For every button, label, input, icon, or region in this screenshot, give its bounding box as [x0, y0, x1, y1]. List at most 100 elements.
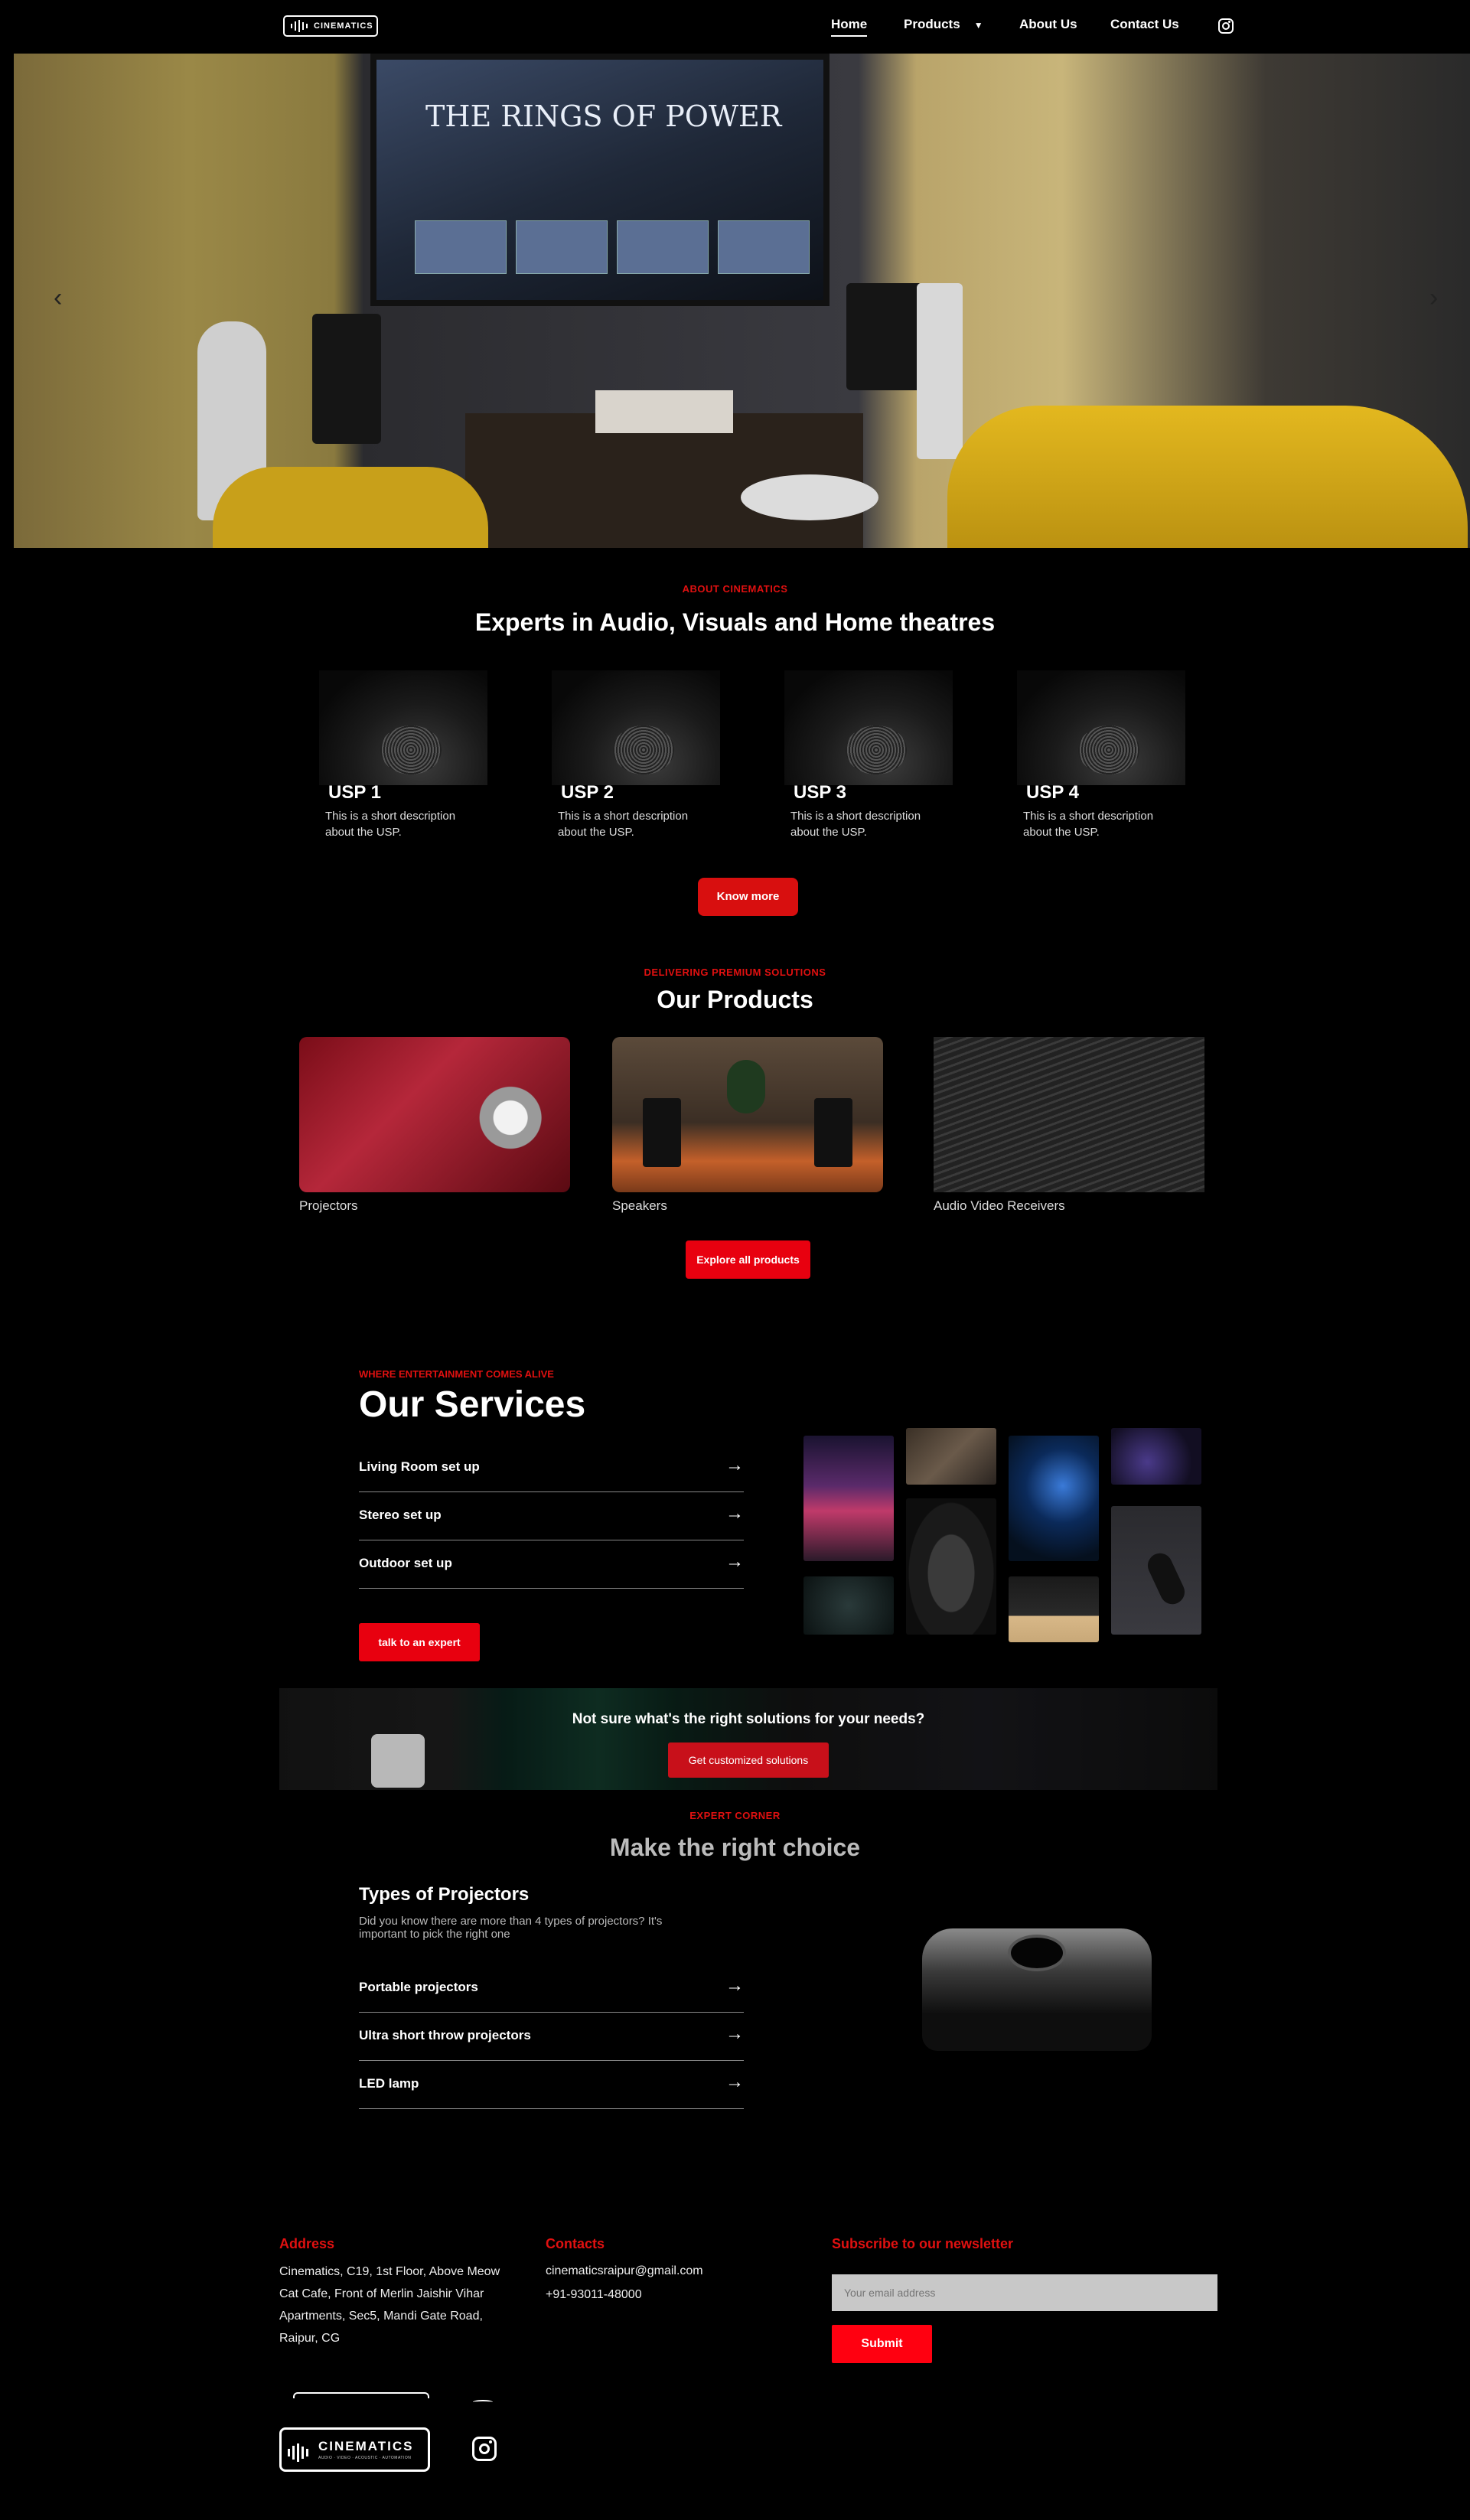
usp-description: This is a short description about the US…: [325, 810, 456, 839]
service-living-room[interactable]: Living Room set up →: [359, 1444, 744, 1492]
usp-card: USP 1 This is a short description about …: [313, 670, 489, 846]
nav-about[interactable]: About Us: [1019, 17, 1077, 32]
nav-products[interactable]: Products ▼: [904, 17, 983, 32]
headphones-image: [552, 670, 720, 785]
mixer-image: [934, 1037, 1204, 1192]
footer-logo-text: CINEMATICS: [318, 2439, 414, 2453]
hero-tv-title: THE RINGS OF POWER: [425, 99, 782, 133]
usp-title: USP 4: [1026, 782, 1079, 803]
products-eyebrow: DELIVERING PREMIUM SOLUTIONS: [644, 967, 826, 978]
collage-headphones-image: [906, 1498, 996, 1635]
hero-projector-box: [595, 390, 733, 433]
footer-email[interactable]: cinematicsraipur@gmail.com: [546, 2260, 703, 2282]
explore-products-button[interactable]: Explore all products: [686, 1240, 810, 1279]
logo-text: CINEMATICS: [314, 21, 373, 31]
top-navigation: CINEMATICS Home Products ▼ About Us Conta…: [14, 0, 1470, 54]
usp-card: USP 4 This is a short description about …: [1011, 670, 1187, 846]
usp-card: USP 2 This is a short description about …: [546, 670, 722, 846]
hero-table: [741, 474, 878, 520]
nav-products-label: Products: [904, 17, 960, 31]
nav-contact[interactable]: Contact Us: [1110, 17, 1179, 32]
expert-description: Did you know there are more than 4 types…: [359, 1915, 663, 1941]
product-card-projectors[interactable]: Projectors: [299, 1037, 570, 1213]
expert-item-label: Ultra short throw projectors: [359, 2028, 531, 2042]
products-title: Our Products: [657, 986, 813, 1013]
usp-description: This is a short description about the US…: [790, 810, 921, 839]
product-label: Speakers: [612, 1198, 667, 1213]
instagram-ghost-outline: [473, 2400, 493, 2404]
footer-phone[interactable]: +91-93011-48000: [546, 2284, 642, 2306]
collage-tv-image: [803, 1436, 894, 1561]
expert-item-portable[interactable]: Portable projectors →: [359, 1964, 744, 2013]
hero-sofa-left: [213, 467, 488, 548]
slider-next-icon[interactable]: ›: [1429, 283, 1438, 313]
projector-product-image: [922, 1928, 1152, 2051]
logo-bars-icon: [291, 20, 308, 32]
headphones-image: [1017, 670, 1185, 785]
services-title: Our Services: [359, 1384, 586, 1425]
expert-item-led[interactable]: LED lamp →: [359, 2061, 744, 2109]
services-eyebrow: WHERE ENTERTAINMENT COMES ALIVE: [359, 1368, 554, 1380]
logo-ghost-outline: [293, 2392, 429, 2398]
logo-bars-icon: [288, 2443, 308, 2462]
cta-speaker-image: [371, 1734, 425, 1788]
arrow-right-icon: →: [725, 1975, 744, 1996]
headphones-image: [784, 670, 953, 785]
expert-subtitle: Types of Projectors: [359, 1884, 530, 1905]
footer-logo-tagline: AUDIO · VIDEO · ACOUSTIC · AUTOMATION: [318, 2456, 412, 2460]
collage-camera-image: [803, 1576, 894, 1635]
about-eyebrow: ABOUT CINEMATICS: [682, 583, 788, 595]
footer-address: Cinematics, C19, 1st Floor, Above Meow C…: [279, 2265, 500, 2345]
collage-desk-image: [1009, 1576, 1099, 1642]
usp-description: This is a short description about the US…: [1023, 810, 1154, 839]
newsletter-submit-button[interactable]: Submit: [832, 2325, 932, 2363]
cta-text: Not sure what's the right solutions for …: [572, 1711, 925, 1727]
collage-stage-image: [1009, 1436, 1099, 1561]
projector-image: [299, 1037, 570, 1192]
product-card-speakers[interactable]: Speakers: [612, 1037, 883, 1213]
usp-title: USP 2: [561, 782, 614, 803]
expert-item-label: Portable projectors: [359, 1980, 478, 1994]
service-stereo[interactable]: Stereo set up →: [359, 1492, 744, 1540]
expert-title: Make the right choice: [609, 1834, 861, 1861]
product-card-receivers[interactable]: Audio Video Receivers: [934, 1037, 1204, 1213]
cta-banner: Not sure what's the right solutions for …: [279, 1688, 1217, 1790]
product-label: Projectors: [299, 1198, 358, 1213]
footer-logo[interactable]: CINEMATICS AUDIO · VIDEO · ACOUSTIC · AU…: [279, 2427, 430, 2472]
service-label: Outdoor set up: [359, 1556, 452, 1570]
footer-address-heading: Address: [279, 2236, 335, 2251]
slider-prev-icon[interactable]: ‹: [54, 283, 62, 313]
know-more-button[interactable]: Know more: [698, 878, 798, 916]
logo[interactable]: CINEMATICS: [283, 15, 378, 37]
get-customized-solutions-button[interactable]: Get customized solutions: [668, 1742, 829, 1778]
hero-tv-screen: THE RINGS OF POWER: [370, 54, 830, 306]
talk-to-expert-button[interactable]: talk to an expert: [359, 1623, 480, 1661]
newsletter-email-input[interactable]: [832, 2274, 1217, 2311]
hero-sofa-right: [947, 406, 1468, 548]
service-label: Living Room set up: [359, 1459, 480, 1474]
arrow-right-icon: →: [725, 2023, 744, 2044]
nav-home[interactable]: Home: [831, 17, 868, 37]
usp-title: USP 1: [328, 782, 381, 803]
instagram-icon[interactable]: [1218, 18, 1234, 34]
headphones-image: [319, 670, 487, 785]
usp-title: USP 3: [794, 782, 846, 803]
usp-card: USP 3 This is a short description about …: [778, 670, 954, 846]
collage-turntable-image: [906, 1428, 996, 1485]
newsletter-heading: Subscribe to our newsletter: [832, 2236, 1014, 2251]
expert-eyebrow: EXPERT CORNER: [689, 1810, 781, 1821]
footer-contacts-heading: Contacts: [546, 2236, 605, 2251]
product-label: Audio Video Receivers: [934, 1198, 1065, 1213]
expert-item-ust[interactable]: Ultra short throw projectors →: [359, 2013, 744, 2061]
hero-slider: THE RINGS OF POWER ‹ ›: [14, 54, 1470, 548]
collage-microphone-image: [1111, 1506, 1201, 1635]
instagram-icon[interactable]: [472, 2437, 497, 2461]
arrow-right-icon: →: [725, 1551, 744, 1572]
hero-speaker-right: [846, 283, 923, 390]
arrow-right-icon: →: [725, 1503, 744, 1524]
collage-guitar-image: [1111, 1428, 1201, 1485]
hero-speaker-center-left: [312, 314, 381, 444]
service-outdoor[interactable]: Outdoor set up →: [359, 1540, 744, 1589]
expert-item-label: LED lamp: [359, 2076, 419, 2091]
speakers-image: [612, 1037, 883, 1192]
